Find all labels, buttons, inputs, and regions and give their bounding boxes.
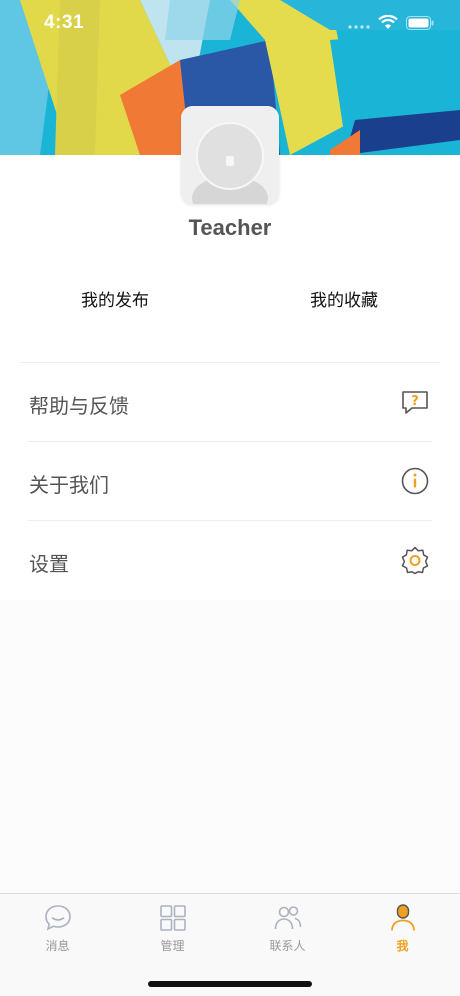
menu-item-about-us[interactable]: 关于我们 (0, 442, 460, 521)
tab-manage[interactable]: 管理 (115, 902, 230, 958)
settings-icon (400, 545, 430, 575)
battery-icon (406, 15, 434, 34)
wifi-icon (378, 14, 398, 34)
tab-contacts[interactable]: 联系人 (230, 902, 345, 958)
tab-label: 我 (396, 939, 409, 953)
menu-item-label: 帮助与反馈 (29, 394, 129, 418)
status-bar: 4:31 (0, 0, 460, 50)
tab-me[interactable]: 我 (345, 902, 460, 958)
home-indicator[interactable] (148, 981, 312, 987)
tab-label: 管理 (160, 939, 185, 953)
menu-item-help-feedback[interactable]: 帮助与反馈 ? (0, 363, 460, 442)
tab-messages[interactable]: 消息 (0, 902, 115, 958)
grid-icon (159, 905, 186, 931)
menu-item-label: 关于我们 (29, 473, 109, 497)
username: Teacher (188, 215, 272, 240)
help-feedback-icon: ? (400, 387, 430, 417)
settings-menu: 帮助与反馈 ? 关于我们 设置 (0, 363, 460, 600)
tab-label: 联系人 (269, 939, 306, 953)
info-icon (400, 466, 430, 496)
content-background (0, 600, 460, 894)
person-icon (390, 904, 415, 931)
quick-links: 我的发布 我的收藏 (0, 286, 460, 320)
status-time: 4:31 (44, 12, 85, 33)
contacts-icon (274, 906, 301, 930)
menu-item-label: 设置 (29, 552, 69, 576)
menu-item-settings[interactable]: 设置 (0, 521, 460, 600)
tab-label: 消息 (45, 939, 70, 953)
message-icon (44, 905, 71, 931)
svg-text:?: ? (411, 394, 419, 409)
my-posts-link[interactable]: 我的发布 (35, 286, 195, 311)
signal-icon (348, 15, 370, 34)
default-avatar-icon (181, 106, 279, 204)
my-favorites-link[interactable]: 我的收藏 (264, 286, 424, 311)
avatar[interactable] (181, 106, 279, 204)
